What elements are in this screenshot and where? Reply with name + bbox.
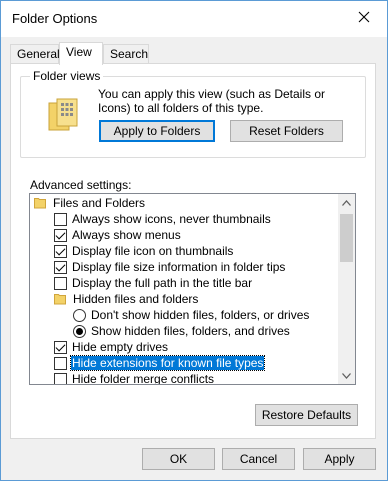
advanced-settings-list[interactable]: Files and Folders Always show icons, nev… bbox=[29, 193, 356, 385]
list-item: Hidden files and folders bbox=[54, 291, 199, 307]
list-item[interactable]: Show hidden files, folders, and drives bbox=[73, 323, 291, 339]
list-item-label: Display file icon on thumbnails bbox=[72, 244, 234, 258]
list-item-label: Hide folder merge conflicts bbox=[72, 372, 215, 385]
chevron-down-icon bbox=[342, 372, 351, 379]
advanced-settings-label: Advanced settings: bbox=[30, 178, 132, 192]
list-item-label: Files and Folders bbox=[53, 196, 146, 210]
radio-button[interactable] bbox=[73, 324, 86, 338]
list-item[interactable]: Hide extensions for known file types bbox=[54, 355, 266, 371]
checkbox[interactable] bbox=[54, 356, 67, 370]
apply-to-folders-button[interactable]: Apply to Folders bbox=[99, 120, 215, 142]
radio-button[interactable] bbox=[73, 308, 86, 322]
vertical-scrollbar[interactable] bbox=[338, 194, 355, 384]
list-item-label: Show hidden files, folders, and drives bbox=[91, 324, 290, 338]
tab-search[interactable]: Search bbox=[103, 44, 149, 64]
scroll-up-button[interactable] bbox=[338, 194, 355, 211]
cancel-button[interactable]: Cancel bbox=[222, 448, 295, 470]
list-item-label: Display the full path in the title bar bbox=[72, 276, 253, 290]
list-item[interactable]: Hide empty drives bbox=[54, 339, 169, 355]
list-item: Files and Folders bbox=[34, 195, 146, 211]
checkbox[interactable] bbox=[54, 340, 67, 354]
checkbox[interactable] bbox=[54, 228, 67, 242]
list-item-label: Hidden files and folders bbox=[73, 292, 199, 306]
folder-views-legend: Folder views bbox=[30, 69, 104, 83]
checkbox[interactable] bbox=[54, 260, 67, 274]
title-bar[interactable]: Folder Options bbox=[1, 1, 387, 37]
checkbox[interactable] bbox=[54, 212, 67, 226]
list-item[interactable]: Always show menus bbox=[54, 227, 182, 243]
folder-icon bbox=[34, 198, 46, 209]
list-item[interactable]: Display file icon on thumbnails bbox=[54, 243, 234, 259]
close-icon bbox=[358, 11, 370, 23]
reset-folders-button[interactable]: Reset Folders bbox=[230, 120, 343, 142]
folder-icon bbox=[54, 294, 66, 305]
chevron-up-icon bbox=[342, 199, 351, 206]
close-button[interactable] bbox=[341, 1, 387, 33]
apply-button[interactable]: Apply bbox=[303, 448, 376, 470]
checkbox[interactable] bbox=[54, 276, 67, 290]
window-title: Folder Options bbox=[12, 11, 98, 26]
list-item-label: Always show icons, never thumbnails bbox=[72, 212, 271, 226]
list-item[interactable]: Hide folder merge conflicts bbox=[54, 371, 215, 385]
list-item-label: Always show menus bbox=[72, 228, 181, 242]
list-item[interactable]: Display file size information in folder … bbox=[54, 259, 286, 275]
scroll-down-button[interactable] bbox=[338, 367, 355, 384]
list-item[interactable]: Always show icons, never thumbnails bbox=[54, 211, 272, 227]
folder-views-description: You can apply this view (such as Details… bbox=[98, 87, 326, 115]
list-item[interactable]: Don't show hidden files, folders, or dri… bbox=[73, 307, 310, 323]
tab-view[interactable]: View bbox=[59, 42, 103, 65]
list-item[interactable]: Display the full path in the title bar bbox=[54, 275, 253, 291]
list-item-label: Hide empty drives bbox=[72, 340, 169, 354]
scroll-thumb[interactable] bbox=[340, 214, 353, 262]
list-item-label: Display file size information in folder … bbox=[72, 260, 286, 274]
ok-button[interactable]: OK bbox=[142, 448, 215, 470]
checkbox[interactable] bbox=[54, 372, 67, 384]
checkbox[interactable] bbox=[54, 244, 67, 258]
folder-views-icon bbox=[48, 98, 78, 131]
tab-general[interactable]: General bbox=[10, 44, 60, 64]
list-item-label: Don't show hidden files, folders, or dri… bbox=[91, 308, 310, 322]
list-item-label-selected: Hide extensions for known file types bbox=[69, 355, 266, 371]
restore-defaults-button[interactable]: Restore Defaults bbox=[255, 404, 358, 426]
